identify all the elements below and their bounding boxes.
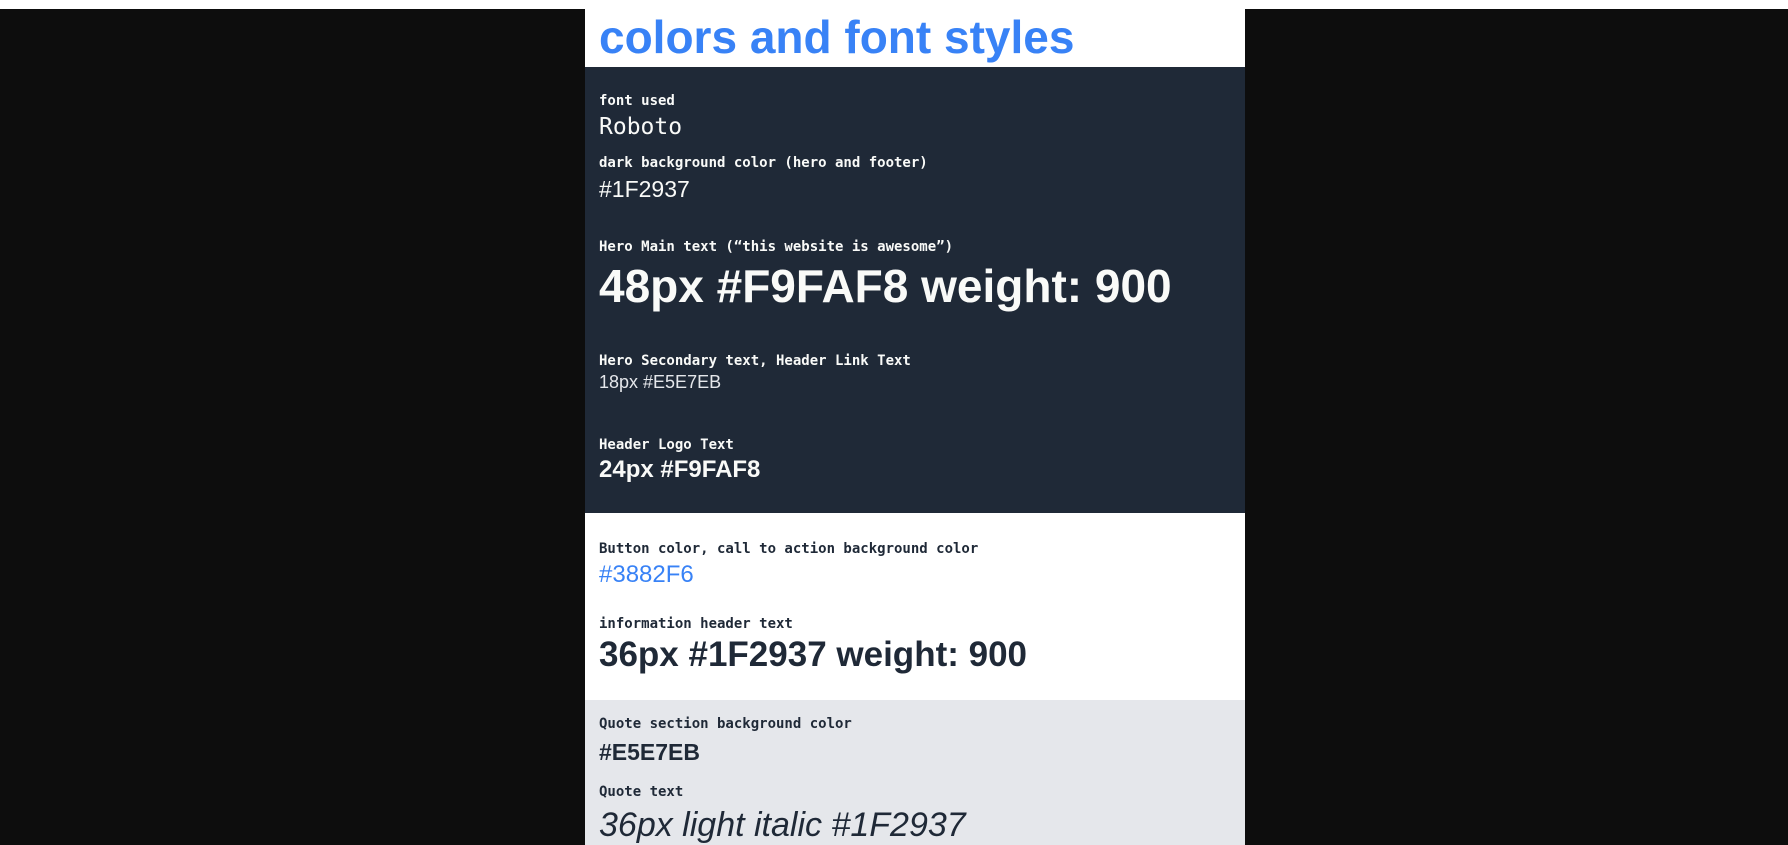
quote-text-value: 36px light italic #1F2937 xyxy=(599,806,966,844)
button-color-value: #3882F6 xyxy=(599,561,694,588)
title-block: colors and font styles xyxy=(585,9,1245,67)
style-guide-sheet: colors and font styles font used Roboto … xyxy=(585,9,1245,845)
hero-secondary-value: 18px #E5E7EB xyxy=(599,372,722,392)
quote-bg-value: #E5E7EB xyxy=(599,739,701,765)
quote-bg-label: Quote section background color xyxy=(599,716,852,732)
hero-main-value: 48px #F9FAF8 weight: 900 xyxy=(599,260,1172,312)
info-header-label: information header text xyxy=(599,616,793,632)
button-color-label: Button color, call to action background … xyxy=(599,541,979,557)
dark-bg-value: #1F2937 xyxy=(599,176,690,202)
white-section: Button color, call to action background … xyxy=(585,513,1245,700)
quote-text-label: Quote text xyxy=(599,784,684,800)
page-title: colors and font styles xyxy=(599,11,1075,63)
dark-bg-label: dark background color (hero and footer) xyxy=(599,155,928,171)
font-used-value: Roboto xyxy=(599,114,683,140)
font-used-label: font used xyxy=(599,93,675,109)
hero-secondary-label: Hero Secondary text, Header Link Text xyxy=(599,353,911,369)
info-header-value: 36px #1F2937 weight: 900 xyxy=(599,635,1027,674)
top-band xyxy=(0,0,1788,9)
dark-section: font used Roboto dark background color (… xyxy=(585,67,1245,513)
quote-section: Quote section background color #E5E7EB Q… xyxy=(585,700,1245,845)
logo-value: 24px #F9FAF8 xyxy=(599,456,761,483)
hero-main-label: Hero Main text (“this website is awesome… xyxy=(599,239,954,255)
logo-label: Header Logo Text xyxy=(599,437,734,453)
